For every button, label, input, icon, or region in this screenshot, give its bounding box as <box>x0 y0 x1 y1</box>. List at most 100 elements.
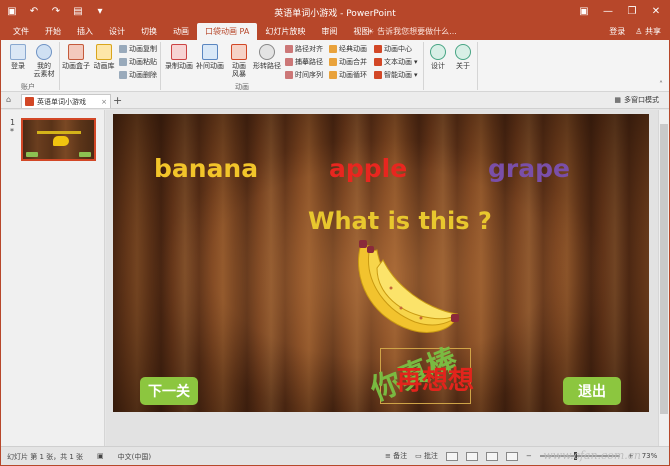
word-grape[interactable]: grape <box>488 154 570 183</box>
ribbon-display-icon[interactable]: ▣ <box>575 3 593 19</box>
window-controls: ▣ — ❐ ✕ <box>575 3 665 19</box>
person-icon: ♙ <box>635 27 643 36</box>
anim-merge-button[interactable]: 动画合并 <box>329 57 367 67</box>
vertical-scrollbar[interactable] <box>658 110 669 446</box>
title-bar: ▣ ↶ ↷ ▤ ▾ 英语单词小游戏 - PowerPoint ▣ — ❐ ✕ <box>1 1 669 23</box>
timeline-icon <box>285 71 293 79</box>
capture-icon <box>285 58 293 66</box>
shape-path-button[interactable]: 形转路径 <box>252 44 282 70</box>
next-level-button[interactable]: 下一关 <box>140 377 198 405</box>
login-button[interactable]: 登录 <box>7 44 29 70</box>
home-icon[interactable]: ⌂ <box>6 95 11 104</box>
login-link[interactable]: 登录 <box>609 25 625 38</box>
anim-box-button[interactable]: 动画盒子 <box>61 44 91 70</box>
notes-button[interactable]: ≡ 备注 <box>385 451 407 461</box>
ribbon-tab[interactable]: 幻灯片放映 <box>257 23 313 40</box>
ribbon-tab[interactable]: 动画 <box>165 23 197 40</box>
document-tab[interactable]: 英语单词小游戏 × <box>21 94 111 108</box>
star-icon <box>96 44 112 60</box>
word-banana[interactable]: banana <box>154 154 258 183</box>
center-icon <box>374 45 382 53</box>
record-anim-button[interactable]: 录制动画 <box>164 44 194 70</box>
ribbon-tab[interactable]: 设计 <box>101 23 133 40</box>
normal-view-icon[interactable] <box>445 451 458 461</box>
ribbon-tab[interactable]: 插入 <box>69 23 101 40</box>
anim-paste-button[interactable]: 动画粘贴 <box>119 57 157 67</box>
classic-anim-button[interactable]: 经典动画 <box>329 44 367 54</box>
language-indicator[interactable]: 中文(中国) <box>118 452 151 462</box>
cloud-icon <box>36 44 52 60</box>
path-icon <box>259 44 275 60</box>
ribbon-tab[interactable]: 切换 <box>133 23 165 40</box>
delete-icon <box>119 71 127 79</box>
anim-style-button[interactable]: 动画 风暴 <box>228 44 250 78</box>
ribbon-tabs-row: 文件 开始 插入 设计 切换 动画 口袋动画 PA 幻灯片放映 审阅 视图 ☀ 告诉我您想要做什么… <box>1 23 669 40</box>
slide-thumbnail-pane: 1 * <box>1 110 105 446</box>
spellcheck-icon[interactable]: ▣ <box>97 452 104 462</box>
minimize-button[interactable]: — <box>599 3 617 19</box>
slide-thumbnail[interactable] <box>21 118 96 161</box>
ribbon-separator <box>477 42 478 90</box>
text-icon <box>374 58 382 66</box>
ribbon-tab[interactable]: 口袋动画 PA <box>197 23 258 40</box>
smart-anim-button[interactable]: 智能动画 ▾ <box>374 70 418 80</box>
anim-group-label: 动画 <box>235 83 249 91</box>
thumb-question <box>37 131 81 134</box>
word-apple[interactable]: apple <box>329 154 407 183</box>
slide-edit-area: banana apple grape What is this ? 你真棒 再想… <box>106 110 658 446</box>
dropdown-icon: ▾ <box>414 71 418 79</box>
ribbon-tab[interactable]: 审阅 <box>313 23 345 40</box>
anim-lib-button[interactable]: 动画库 <box>91 44 117 70</box>
restore-button[interactable]: ❐ <box>623 3 641 19</box>
question-text: What is this ? <box>308 207 492 235</box>
share-button[interactable]: ♙ 共享 <box>635 25 661 38</box>
window-grid-icon: ▦ <box>614 96 621 104</box>
tween-icon <box>202 44 218 60</box>
watermark-text: www.cfan.com.cn <box>543 449 641 462</box>
reading-view-icon[interactable] <box>485 451 498 461</box>
comments-button[interactable]: ▭ 批注 <box>415 451 438 461</box>
timeline-button[interactable]: 时间序列 <box>285 70 323 80</box>
ribbon-tab[interactable]: 文件 <box>5 23 37 40</box>
slide-number: 1 * <box>10 118 16 136</box>
account-area: 登录 ♙ 共享 <box>609 25 661 38</box>
zoom-level[interactable]: 73% <box>642 452 658 460</box>
zoom-out-icon[interactable]: − <box>526 452 532 460</box>
exit-button[interactable]: 退出 <box>563 377 621 405</box>
collapse-ribbon-icon[interactable]: ˄ <box>659 80 663 89</box>
slide-sorter-icon[interactable] <box>465 451 478 461</box>
about-button[interactable]: 关于 <box>452 44 474 70</box>
about-icon <box>455 44 471 60</box>
ribbon-tab[interactable]: 开始 <box>37 23 69 40</box>
capture-path-button[interactable]: 捕摹路径 <box>285 57 323 67</box>
text-anim-button[interactable]: 文本动画 ▾ <box>374 57 418 67</box>
tell-me-box[interactable]: ☀ 告诉我您想要做什么... <box>367 26 457 37</box>
classic-icon <box>329 45 337 53</box>
window-title: 英语单词小游戏 - PowerPoint <box>274 9 396 19</box>
account-group-label: 账户 <box>21 83 35 91</box>
copy-icon <box>119 45 127 53</box>
lightbulb-icon: ☀ <box>367 27 375 36</box>
multi-window-toggle[interactable]: ▦ 多窗口模式 <box>614 95 659 105</box>
slideshow-icon[interactable] <box>505 451 518 461</box>
anim-loop-button[interactable]: 动画循环 <box>329 70 367 80</box>
ribbon-separator <box>423 42 424 90</box>
ppt-file-icon <box>25 97 34 106</box>
close-button[interactable]: ✕ <box>647 3 665 19</box>
slide-canvas: banana apple grape What is this ? 你真棒 再想… <box>113 114 649 412</box>
login-icon <box>10 44 26 60</box>
slide-info: 幻灯片 第 1 张，共 1 张 <box>7 453 84 461</box>
anim-copy-button[interactable]: 动画复制 <box>119 44 157 54</box>
close-tab-icon[interactable]: × <box>101 98 107 106</box>
path-align-button[interactable]: 路径对齐 <box>285 44 323 54</box>
status-bar: 幻灯片 第 1 张，共 1 张 ▣ 中文(中国) ≡ 备注 ▭ 批注 − + 7… <box>1 446 669 465</box>
storm-icon <box>231 44 247 60</box>
scrollbar-thumb[interactable] <box>660 124 668 414</box>
my-materials-button[interactable]: 我的 云素材 <box>31 44 57 78</box>
anim-center-button[interactable]: 动画中心 <box>374 44 412 54</box>
tween-anim-button[interactable]: 补间动画 <box>195 44 225 70</box>
anim-delete-button[interactable]: 动画删除 <box>119 70 157 80</box>
new-tab-button[interactable]: + <box>113 94 122 107</box>
design-button[interactable]: 设计 <box>427 44 449 70</box>
ribbon-tabs: 文件 开始 插入 设计 切换 动画 口袋动画 PA 幻灯片放映 审阅 视图 <box>5 23 377 40</box>
